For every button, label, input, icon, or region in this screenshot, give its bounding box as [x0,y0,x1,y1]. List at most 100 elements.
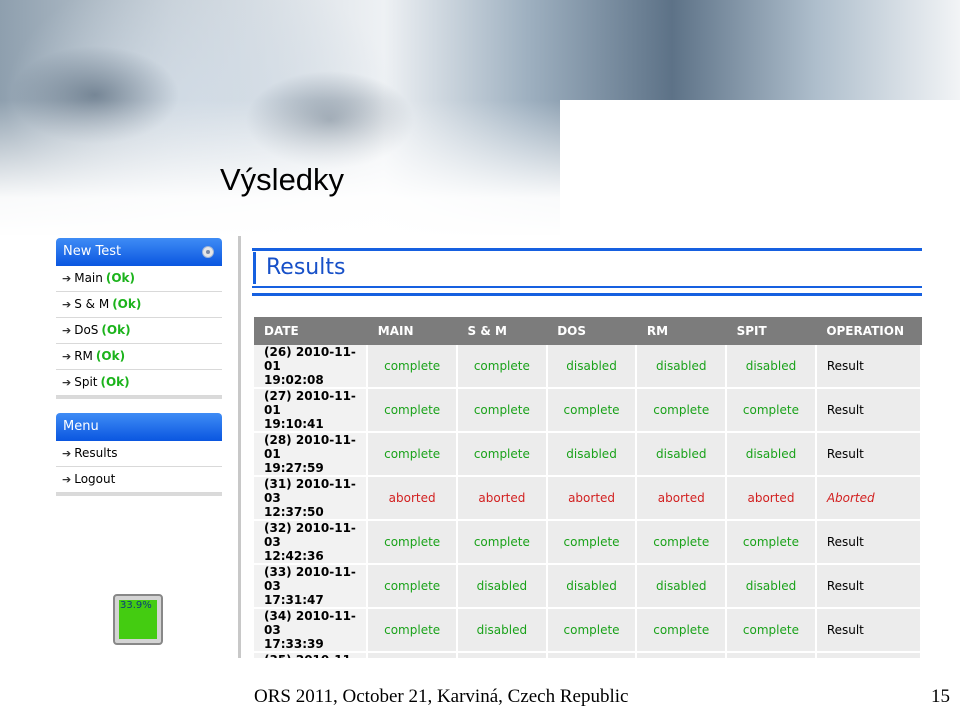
column-header: DATE [254,317,368,345]
panel-bottom-divider [56,493,222,496]
table-row: (34) 2010-11-03 17:33:39 complete disabled c… [254,608,922,653]
menu-item-results[interactable]: ➔ Results [56,441,222,467]
table-row: (27) 2010-11-01 19:10:41 complete complete c… [254,388,922,433]
column-header: DOS [546,317,637,345]
divider [252,248,922,251]
new-test-item-main[interactable]: ➔ Main (Ok) [56,266,222,292]
table-row: (31) 2010-11-03 12:37:50 aborted aborted abo… [254,476,922,521]
status-cell-sm: disabled [457,608,548,653]
menu-items: ➔ Results ➔ Logout [56,441,222,493]
panel-bottom-divider [56,396,222,399]
progress-gauge-text: 33.9% [120,600,152,611]
menu-item-label: Results [74,446,118,460]
status-cell-dos: disabled [546,345,638,389]
test-id-date: (31) 2010-11-03 [264,477,356,505]
menu-panel: Menu ➔ Results ➔ Logout [56,413,222,496]
new-test-item-label: DoS [74,323,99,337]
status-cell-spit: disabled [726,432,817,477]
test-time: 19:10:41 [264,417,324,431]
operation-link[interactable]: Result [815,345,922,389]
status-cell-rm: disabled [636,432,728,477]
status-cell-main: complete [367,388,458,433]
menu-item-logout[interactable]: ➔ Logout [56,467,222,493]
new-test-item-label: S & M [74,297,110,311]
new-test-item-label: Main [74,271,103,285]
status-cell-spit: disabled [726,345,817,389]
divider [252,293,922,296]
results-left-border [238,236,241,658]
new-test-item-status: (Ok) [105,271,136,285]
status-cell-dos: waiting [546,652,638,658]
column-header: SPIT [726,317,817,345]
new-test-item-label: Spit [74,375,98,389]
table-row: (26) 2010-11-01 19:02:08 complete complete d… [254,345,922,389]
test-id-date: (27) 2010-11-01 [264,389,356,417]
table-row: (32) 2010-11-03 12:42:36 complete complete c… [254,520,922,565]
new-test-item-dos[interactable]: ➔ DoS (Ok) [56,318,222,344]
new-test-header[interactable]: New Test [56,238,222,266]
status-cell-main: complete [367,564,458,609]
arrow-right-icon: ➔ [62,350,72,363]
date-cell: (32) 2010-11-03 12:42:36 [254,520,369,565]
status-cell-spit: disabled [726,652,817,658]
menu-header-label: Menu [63,419,99,434]
operation-link[interactable]: Result [815,388,922,433]
date-cell: (28) 2010-11-01 19:27:59 [254,432,369,477]
date-cell: (33) 2010-11-03 17:31:47 [254,564,369,609]
arrow-right-icon: ➔ [62,324,72,337]
table-row: (33) 2010-11-03 17:31:47 complete disabled d… [254,564,922,609]
status-cell-main: complete [367,520,458,565]
operation-link[interactable]: Abort [815,652,922,658]
new-test-items: ➔ Main (Ok) ➔ S & M (Ok) ➔ DoS (Ok) ➔ RM (Ok) ➔ Spit(… [56,266,222,396]
status-cell-sm: complete [457,520,548,565]
test-time: 17:31:47 [264,593,324,607]
test-id-date: (26) 2010-11-01 [264,345,356,373]
collapse-icon[interactable] [202,246,214,258]
slide-title: Výsledky [220,162,345,197]
status-cell-dos: aborted [546,476,638,521]
operation-link[interactable]: Result [815,432,922,477]
new-test-item-s-m[interactable]: ➔ S & M (Ok) [56,292,222,318]
status-cell-rm: aborted [636,476,728,521]
arrow-right-icon: ➔ [62,473,72,486]
test-id-date: (28) 2010-11-01 [264,433,356,461]
status-cell-dos: complete [546,608,638,653]
new-test-item-status: (Ok) [101,323,131,337]
status-cell-main: complete [367,608,458,653]
arrow-right-icon: ➔ [62,376,72,389]
menu-header[interactable]: Menu [56,413,222,441]
column-header: OPERATION [815,317,922,345]
results-header-row: DATE MAIN S & M DOS RM SPIT OPERATION [254,317,922,345]
test-time: 19:27:59 [264,461,324,475]
operation-link[interactable]: Result [815,564,922,609]
operation-link[interactable]: Result [815,608,922,653]
operation-link[interactable]: Aborted [815,476,922,521]
test-time: 19:02:08 [264,373,324,387]
column-header: MAIN [367,317,458,345]
arrow-right-icon: ➔ [62,447,72,460]
new-test-item-label: RM [74,349,93,363]
test-id-date: (33) 2010-11-03 [264,565,356,593]
new-test-item-spit[interactable]: ➔ Spit (Ok) [56,370,222,396]
status-cell-rm: disabled [636,345,728,389]
new-test-header-label: New Test [63,244,122,259]
status-cell-dos: disabled [546,432,638,477]
table-row: (35) 2010-11-0317:34:40completeworkingwa… [254,652,922,658]
status-cell-rm: waiting [636,652,728,658]
divider [252,286,922,288]
new-test-panel: New Test ➔ Main (Ok) ➔ S & M (Ok) ➔ DoS (Ok) ➔ RM(… [56,238,222,399]
date-cell: (34) 2010-11-03 17:33:39 [254,608,369,653]
slide-footer: ORS 2011, October 21, Karviná, Czech Rep… [254,686,629,707]
status-cell-rm: disabled [636,564,728,609]
status-cell-sm: complete [457,432,548,477]
status-cell-dos: complete [546,520,638,565]
new-test-item-rm[interactable]: ➔ RM (Ok) [56,344,222,370]
test-time: 12:37:50 [264,505,324,519]
arrow-right-icon: ➔ [62,272,72,285]
results-panel: Results DATE MAIN S & M DOS RM SPIT OPERATION … [238,236,922,658]
operation-link[interactable]: Result [815,520,922,565]
background-fade [0,100,960,240]
status-cell-main: complete [367,432,458,477]
status-cell-sm: disabled [457,564,548,609]
status-cell-sm: working [457,652,548,658]
